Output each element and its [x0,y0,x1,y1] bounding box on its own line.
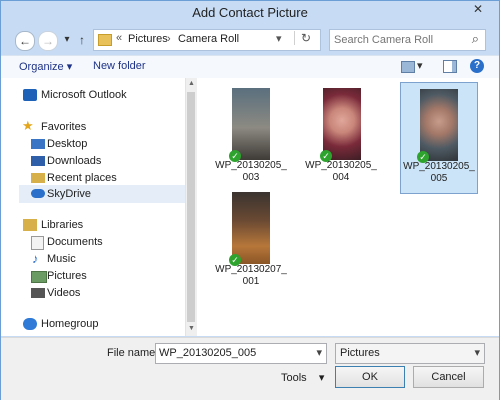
search-icon[interactable]: ⌕ [472,31,479,47]
homegroup-icon [23,318,37,330]
search-input[interactable] [332,31,466,49]
thumbnail-image [232,88,270,160]
breadcrumb-separator[interactable]: › [167,33,171,45]
sidebar-item-label: SkyDrive [47,188,92,200]
chevron-down-icon: ▾ [474,347,480,359]
videos-icon [31,288,45,298]
file-name-field[interactable]: WP_20130205_005 ▾ [155,343,327,364]
command-bar: Organize ▾ New folder ▾ ? [1,55,499,79]
file-name: WP_20130205_003 [215,160,287,183]
file-name: WP_20130205_005 [403,161,475,184]
sidebar-group-label: Homegroup [41,318,99,330]
file-type-value: Pictures [340,347,380,359]
ok-button[interactable]: OK [335,366,405,388]
chevron-down-icon: ▾ [66,61,73,73]
documents-icon [31,236,44,250]
music-icon: ♪ [32,251,39,266]
scrollbar-thumb[interactable] [187,92,195,322]
thumbnail-image [420,89,458,161]
sidebar-scrollbar[interactable]: ▲ ▼ [185,78,197,336]
file-name-label: File name: [107,347,159,359]
search-box[interactable]: ⌕ [329,29,486,51]
address-dropdown[interactable]: ▾ [276,32,282,45]
outlook-icon [23,89,37,101]
forward-button[interactable]: → [38,31,58,51]
organize-button[interactable]: Organize ▾ [19,60,72,73]
star-icon: ★ [22,118,34,133]
sidebar-item-label: Music [47,253,76,265]
tools-menu[interactable]: Tools ▾ [281,371,324,384]
file-tile[interactable]: ✓ WP_20130205_003 [213,82,289,192]
close-button[interactable]: ✕ [463,1,493,19]
up-button[interactable]: ↑ [73,31,91,49]
view-options-dropdown[interactable]: ▾ [417,59,423,72]
sidebar-item-label: Documents [47,236,103,248]
sidebar-item-label: Downloads [47,155,102,167]
sidebar-item-label: Microsoft Outlook [41,89,127,101]
chevron-down-icon: ▾ [318,372,325,384]
address-row: ← → ▾ ↑ « Pictures › Camera Roll ▾ ↻ ⌕ [1,27,499,53]
thumbnail-image [232,192,270,264]
downloads-icon [31,156,45,166]
sidebar-item-label: Desktop [47,138,88,150]
file-name-value: WP_20130205_005 [159,347,257,359]
file-tile-selected[interactable]: ✓ WP_20130205_005 [400,82,478,194]
desktop-icon [31,139,45,149]
sidebar-item-label: Pictures [47,270,87,282]
help-button[interactable]: ? [470,59,484,73]
navigation-pane: Microsoft Outlook ★ Favorites Desktop Do… [1,78,196,336]
title-bar: Add Contact Picture ✕ [1,1,499,27]
chevron-down-icon[interactable]: ▾ [316,346,322,359]
thumbnail-image [323,88,361,160]
file-list: ✓ WP_20130205_003 ✓ WP_20130205_004 ✓ WP… [197,78,499,336]
file-type-select[interactable]: Pictures ▾ [335,343,485,364]
sidebar-item-label: Recent places [47,172,117,184]
file-name: WP_20130205_004 [305,160,377,183]
sidebar-item-label: Videos [47,287,81,299]
file-dialog-window: Add Contact Picture ✕ ← → ▾ ↑ « Pictures… [0,0,500,400]
breadcrumb-overflow[interactable]: « [116,32,122,44]
window-title: Add Contact Picture [192,5,308,20]
pictures-icon [31,271,47,283]
breadcrumb-camera-roll[interactable]: Camera Roll [178,33,239,45]
refresh-button[interactable]: ↻ [294,31,311,45]
tools-label: Tools [281,372,307,384]
folder-icon [98,34,112,46]
sidebar-group-label: Libraries [41,219,84,231]
sidebar-group-label: Favorites [41,121,87,133]
breadcrumb-pictures[interactable]: Pictures [128,33,168,45]
file-tile[interactable]: ✓ WP_20130207_001 [213,186,289,296]
file-tile[interactable]: ✓ WP_20130205_004 [303,82,379,192]
cloud-icon [31,189,45,198]
scroll-up-arrow[interactable]: ▲ [188,80,195,87]
cancel-button[interactable]: Cancel [413,366,484,388]
new-folder-button[interactable]: New folder [93,60,146,72]
sidebar-item-skydrive[interactable]: SkyDrive [19,185,185,203]
recent-places-icon [31,173,45,183]
address-bar[interactable]: « Pictures › Camera Roll ▾ ↻ [93,29,321,51]
preview-pane-icon[interactable] [443,60,457,73]
file-name: WP_20130207_001 [215,264,287,287]
organize-label: Organize [19,61,64,73]
scroll-down-arrow[interactable]: ▼ [188,325,195,332]
dialog-footer: File name: WP_20130205_005 ▾ Pictures ▾ … [1,337,499,400]
libraries-icon [23,219,37,231]
back-button[interactable]: ← [15,31,35,51]
view-icon[interactable] [401,61,415,73]
